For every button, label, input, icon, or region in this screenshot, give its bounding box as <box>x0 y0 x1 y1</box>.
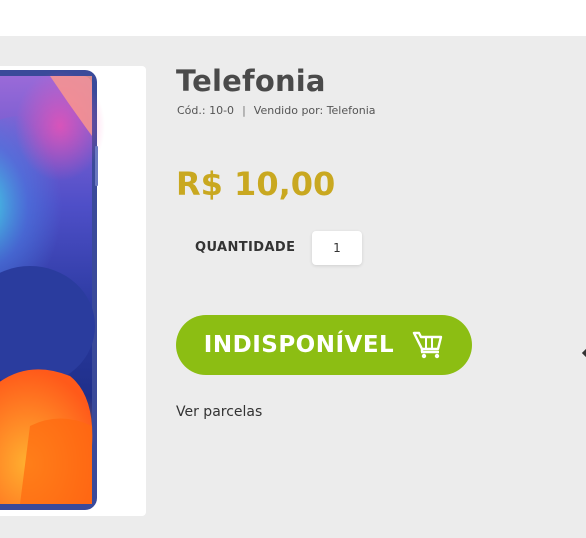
product-image[interactable] <box>0 66 146 516</box>
product-price: R$ 10,00 <box>176 165 336 203</box>
buy-button[interactable]: INDISPONÍVEL <box>176 315 472 375</box>
phone-image <box>0 70 105 510</box>
seller-label: Vendido por: <box>253 104 324 117</box>
meta-separator: | <box>242 104 246 117</box>
product-title: Telefonia <box>176 64 326 98</box>
buy-button-label: INDISPONÍVEL <box>203 332 395 358</box>
quantity-input[interactable] <box>312 231 362 265</box>
product-code: Cód.: 10-0 <box>177 104 235 117</box>
seller-name[interactable]: Telefonia <box>327 104 376 117</box>
installments-link[interactable]: Ver parcelas <box>176 404 262 420</box>
quantity-label: QUANTIDADE <box>195 240 296 255</box>
product-meta: Cód.: 10-0 | Vendido por: Telefonia <box>177 104 376 117</box>
chevron-left-icon[interactable] <box>581 344 586 362</box>
cart-icon <box>413 331 443 359</box>
